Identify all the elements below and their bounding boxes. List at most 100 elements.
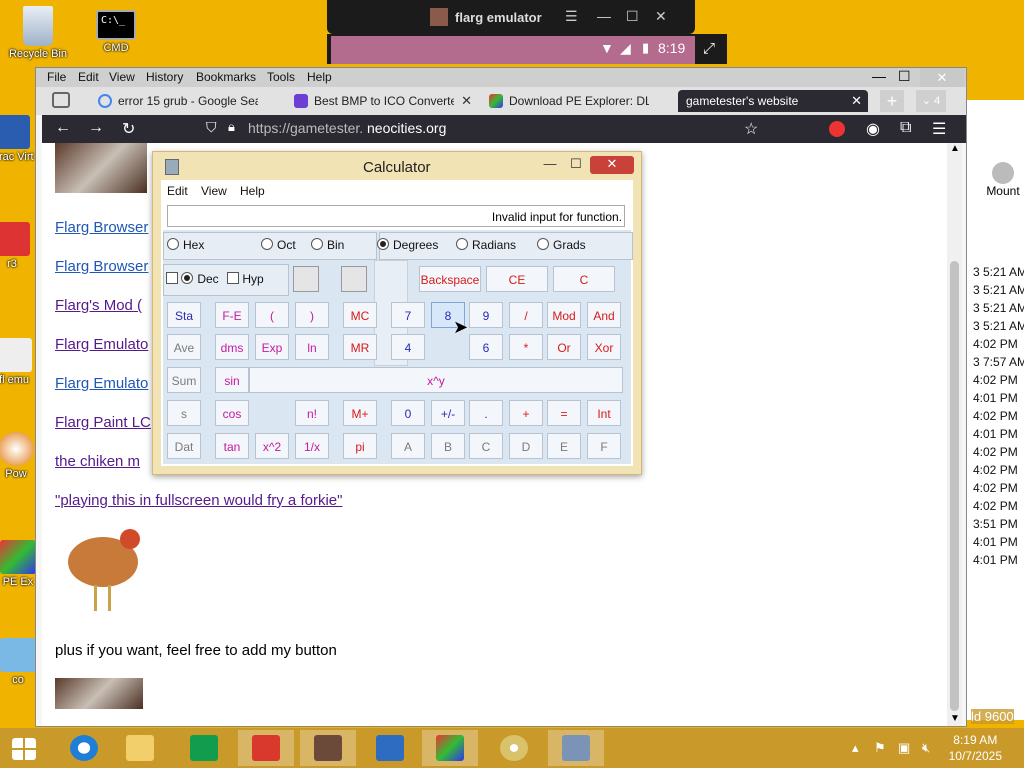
key-4-7[interactable]: C: [469, 433, 503, 459]
menu-history[interactable]: History: [146, 70, 183, 84]
key-4-2[interactable]: x^2: [255, 433, 289, 459]
tab-pe-explorer[interactable]: Download PE Explorer: DLl: [483, 90, 673, 112]
volume-muted-icon[interactable]: 🔇︎: [922, 740, 930, 756]
radio-bin[interactable]: Bin: [311, 238, 344, 252]
key-0-10[interactable]: And: [587, 302, 621, 328]
menu-help[interactable]: Help: [240, 184, 265, 198]
link-flarg-emulator-1[interactable]: Flarg Emulato: [55, 336, 148, 353]
key-1-9[interactable]: Or: [547, 334, 581, 360]
key-3-7[interactable]: .: [469, 400, 503, 426]
menu-edit[interactable]: Edit: [167, 184, 188, 198]
key-4-6[interactable]: B: [431, 433, 465, 459]
key-1-1[interactable]: dms: [215, 334, 249, 360]
start-button[interactable]: [0, 730, 56, 766]
menu-view[interactable]: View: [201, 184, 227, 198]
key-3-5[interactable]: 0: [391, 400, 425, 426]
key-4-3[interactable]: 1/x: [295, 433, 329, 459]
key-2-0[interactable]: Sum: [167, 367, 201, 393]
extensions-puzzle-icon[interactable]: ⧉: [900, 119, 911, 137]
close-icon[interactable]: ✕: [590, 156, 634, 174]
network-icon[interactable]: ▣: [898, 740, 910, 756]
account-icon[interactable]: ◉: [866, 119, 880, 139]
desktop-icon-recycle-bin[interactable]: Recycle Bin: [6, 6, 70, 60]
minimize-icon[interactable]: —: [597, 8, 611, 24]
bookmark-star-icon[interactable]: ☆: [744, 119, 758, 139]
menu-view[interactable]: View: [109, 70, 135, 84]
close-window-button[interactable]: ✕: [920, 68, 964, 87]
taskbar-virtualbox[interactable]: [362, 730, 418, 766]
app-menu-icon[interactable]: ☰: [932, 119, 946, 139]
minimize-icon[interactable]: —: [541, 156, 559, 174]
link-flarg-browser-1[interactable]: Flarg Browser: [55, 219, 148, 236]
tab-gametester[interactable]: gametester's website ✕: [678, 90, 868, 112]
radio-oct[interactable]: Oct: [261, 238, 296, 252]
menu-tools[interactable]: Tools: [267, 70, 295, 84]
page-scrollbar[interactable]: ▲ ▼: [947, 143, 962, 726]
key-1-8[interactable]: *: [509, 334, 543, 360]
menu-file[interactable]: File: [47, 70, 66, 84]
key-3-4[interactable]: M+: [343, 400, 377, 426]
scroll-down-icon[interactable]: ▼: [950, 713, 960, 724]
x-pow-y-button[interactable]: x^y: [249, 367, 623, 393]
key-4-10[interactable]: F: [587, 433, 621, 459]
key-0-1[interactable]: F-E: [215, 302, 249, 328]
taskbar-ie[interactable]: [56, 730, 112, 766]
link-flarg-emulator-2[interactable]: Flarg Emulato: [55, 375, 148, 392]
maximize-icon[interactable]: ☐: [898, 68, 911, 85]
key-0-9[interactable]: Mod: [547, 302, 581, 328]
key-3-8[interactable]: +: [509, 400, 543, 426]
link-chiken[interactable]: the chiken m: [55, 453, 140, 470]
radio-hex[interactable]: Hex: [167, 238, 204, 252]
taskbar-flarg-emulator[interactable]: [300, 730, 356, 766]
key-0-0[interactable]: Sta: [167, 302, 201, 328]
backspace-button[interactable]: Backspace: [419, 266, 481, 292]
key-3-3[interactable]: n!: [295, 400, 329, 426]
link-fullscreen-quote[interactable]: "playing this in fullscreen would fry a …: [55, 492, 342, 509]
link-flargs-mod[interactable]: Flarg's Mod (: [55, 297, 142, 314]
key-1-0[interactable]: Ave: [167, 334, 201, 360]
mount-button[interactable]: Mount: [981, 162, 1024, 198]
close-icon[interactable]: ✕: [655, 8, 667, 25]
key-1-2[interactable]: Exp: [255, 334, 289, 360]
key-0-7[interactable]: 9: [469, 302, 503, 328]
taskbar-calculator[interactable]: [548, 730, 604, 766]
key-1-7[interactable]: 6: [469, 334, 503, 360]
key-1-3[interactable]: ln: [295, 334, 329, 360]
tab-list-icon[interactable]: [52, 92, 70, 108]
taskbar-pe-explorer[interactable]: [422, 730, 478, 766]
tab-google[interactable]: error 15 grub - Google Sea: [92, 90, 282, 112]
taskbar-red-app[interactable]: [238, 730, 294, 766]
key-3-1[interactable]: cos: [215, 400, 249, 426]
forward-icon[interactable]: →: [88, 119, 104, 137]
scrollbar-thumb[interactable]: [950, 261, 959, 711]
key-4-8[interactable]: D: [509, 433, 543, 459]
key-4-5[interactable]: A: [391, 433, 425, 459]
key-4-9[interactable]: E: [547, 433, 581, 459]
tab-close-icon[interactable]: ✕: [851, 93, 862, 109]
taskbar-store[interactable]: [176, 730, 232, 766]
menu-edit[interactable]: Edit: [78, 70, 99, 84]
extension-icon[interactable]: [829, 121, 845, 137]
radio-radians[interactable]: Radians: [456, 238, 516, 252]
dec-checkbox[interactable]: Dec: [166, 272, 219, 286]
tab-overflow-button[interactable]: ⌄ 4: [916, 90, 946, 112]
key-3-6[interactable]: +/-: [431, 400, 465, 426]
link-flarg-paint[interactable]: Flarg Paint LC: [55, 414, 151, 431]
tab-close-icon[interactable]: ✕: [461, 93, 472, 109]
minimize-icon[interactable]: —: [872, 68, 886, 84]
hyp-checkbox[interactable]: Hyp: [227, 272, 264, 286]
desktop-icon-cmd[interactable]: C:\_ CMD: [84, 10, 148, 54]
taskbar-clock[interactable]: 8:19 AM 10/7/2025: [949, 732, 1002, 764]
key-4-4[interactable]: pi: [343, 433, 377, 459]
tray-expand-icon[interactable]: ▴: [852, 740, 859, 756]
maximize-icon[interactable]: ☐: [567, 156, 585, 174]
reload-icon[interactable]: ↻: [122, 119, 135, 139]
site-button-image[interactable]: [55, 678, 143, 709]
menu-bookmarks[interactable]: Bookmarks: [196, 70, 256, 84]
key-0-5[interactable]: 7: [391, 302, 425, 328]
url-bar[interactable]: ⛉ 🔒︎ https://gametester. neocities.org: [206, 118, 796, 140]
flag-icon[interactable]: ⚑: [874, 740, 886, 756]
radio-degrees[interactable]: Degrees: [377, 238, 438, 252]
menu-help[interactable]: Help: [307, 70, 332, 84]
menu-icon[interactable]: ☰: [565, 8, 578, 25]
